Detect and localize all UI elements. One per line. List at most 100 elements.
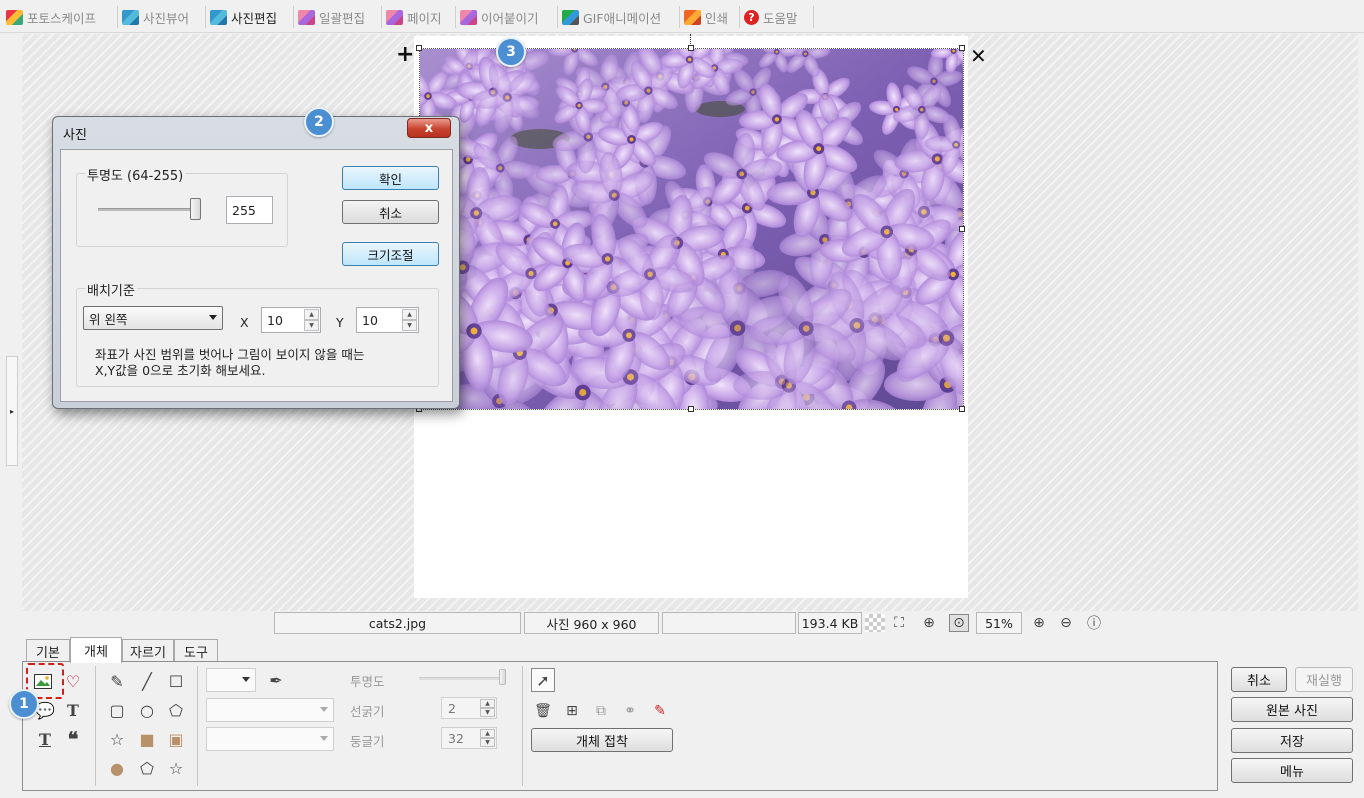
tab-batch[interactable]: 일괄편집: [294, 6, 382, 28]
checkerboard-icon[interactable]: [865, 614, 885, 632]
cancel-button[interactable]: 취소: [342, 200, 439, 224]
object-opacity-thumb[interactable]: [499, 669, 506, 685]
x-input[interactable]: 10 ▲ ▼: [261, 307, 321, 333]
line-width-input[interactable]: 2 ▲ ▼: [441, 697, 497, 719]
filled-pentagon-icon[interactable]: ⬠: [135, 756, 159, 780]
fill-style-select[interactable]: [206, 727, 334, 751]
x-label: X: [240, 315, 249, 330]
hint-line-1: 좌표가 사진 범위를 벗어나 그림이 보이지 않을 때는: [95, 347, 365, 362]
undo-button[interactable]: 취소: [1231, 667, 1287, 692]
rounded-rect-icon[interactable]: ▢: [105, 698, 129, 722]
opacity-group: 투명도 (64-255) 255: [76, 165, 288, 247]
up-arrow-icon[interactable]: ▲: [480, 729, 495, 738]
resize-handle[interactable]: [959, 406, 965, 412]
resize-handle[interactable]: [959, 45, 965, 51]
resize-button[interactable]: 크기조절: [342, 242, 439, 266]
placement-select[interactable]: 위 왼쪽: [83, 306, 223, 330]
zoom-in-icon[interactable]: ⊕: [1029, 614, 1049, 632]
close-icon[interactable]: ✕: [970, 46, 987, 66]
tab-label: 도움말: [763, 10, 798, 26]
tab-crop[interactable]: 자르기: [122, 639, 174, 662]
zoom-actual-icon[interactable]: ⊕: [919, 614, 939, 632]
resize-handle[interactable]: [416, 45, 422, 51]
eyedropper-icon[interactable]: ✒: [264, 668, 288, 692]
attach-object-button[interactable]: 개체 접착: [531, 728, 673, 752]
tab-page[interactable]: 페이지: [382, 6, 456, 28]
step-badge-3: 3: [496, 37, 526, 67]
opacity-value-field[interactable]: 255: [226, 196, 273, 224]
tab-print[interactable]: 인쇄: [680, 6, 740, 28]
up-arrow-icon[interactable]: ▲: [402, 309, 417, 320]
info-icon[interactable]: ⓘ: [1084, 614, 1104, 632]
resize-handle[interactable]: [959, 226, 965, 232]
add-object-icon[interactable]: ⊞: [560, 699, 584, 723]
tab-photoscape[interactable]: 포토스케이프: [2, 6, 118, 28]
plus-icon[interactable]: +: [396, 44, 414, 66]
select-arrow-icon[interactable]: ➚: [531, 668, 555, 692]
down-arrow-icon[interactable]: ▼: [304, 320, 319, 331]
down-arrow-icon[interactable]: ▼: [480, 738, 495, 747]
quote-icon[interactable]: ❝: [61, 727, 85, 751]
tab-label: 사진편집: [231, 10, 278, 26]
pen-icon[interactable]: ✎: [105, 669, 129, 693]
circle-icon[interactable]: ○: [135, 698, 159, 722]
pentagon-icon[interactable]: ⬠: [164, 698, 188, 722]
color-picker-select[interactable]: [206, 668, 256, 692]
filled-rounded-rect-icon[interactable]: ▣: [164, 727, 188, 751]
object-opacity-track[interactable]: [419, 677, 505, 680]
camera-icon: [210, 9, 227, 25]
down-arrow-icon[interactable]: ▼: [402, 320, 417, 331]
side-panel-toggle[interactable]: ▸: [6, 356, 18, 466]
filled-star-icon[interactable]: ☆: [164, 756, 188, 780]
original-photo-button[interactable]: 원본 사진: [1231, 697, 1353, 722]
text-icon[interactable]: T: [61, 698, 85, 722]
down-arrow-icon[interactable]: ▼: [480, 708, 495, 717]
rectangle-icon[interactable]: ☐: [164, 669, 188, 693]
grid-icon: [460, 9, 477, 25]
tab-combine[interactable]: 이어붙이기: [456, 6, 558, 28]
x-stepper[interactable]: ▲ ▼: [304, 309, 319, 331]
roundness-input[interactable]: 32 ▲ ▼: [441, 727, 497, 749]
tab-editor[interactable]: 사진편집: [206, 6, 294, 28]
line-width-stepper[interactable]: ▲ ▼: [480, 699, 495, 717]
y-input[interactable]: 10 ▲ ▼: [356, 307, 419, 333]
styled-text-icon[interactable]: T: [33, 727, 57, 751]
resize-handle[interactable]: [688, 406, 694, 412]
tab-basic[interactable]: 기본: [26, 639, 70, 662]
tab-gif[interactable]: GIF애니메이션: [558, 6, 680, 28]
opacity-slider-thumb[interactable]: [190, 198, 201, 220]
group-object-icon[interactable]: ⚭: [618, 699, 642, 723]
rename-object-icon[interactable]: ✎: [648, 699, 672, 723]
delete-object-icon[interactable]: 🗑: [531, 699, 555, 723]
star-icon[interactable]: ☆: [105, 727, 129, 751]
menu-button[interactable]: 메뉴: [1231, 758, 1353, 783]
tab-viewer[interactable]: 사진뷰어: [118, 6, 206, 28]
up-arrow-icon[interactable]: ▲: [480, 699, 495, 708]
gif-icon: [562, 9, 579, 25]
roundness-stepper[interactable]: ▲ ▼: [480, 729, 495, 747]
filled-rect-icon[interactable]: ■: [135, 727, 159, 751]
inserted-photo-object[interactable]: [419, 48, 964, 410]
chevron-right-icon: ▸: [9, 406, 14, 416]
fit-screen-icon[interactable]: ⛶: [889, 614, 909, 632]
line-icon[interactable]: ╱: [135, 669, 159, 693]
duplicate-object-icon[interactable]: ⧉: [589, 699, 613, 723]
tab-tools[interactable]: 도구: [174, 639, 218, 662]
up-arrow-icon[interactable]: ▲: [304, 309, 319, 320]
opacity-slider-track[interactable]: [98, 208, 201, 211]
tab-object[interactable]: 개체: [70, 637, 122, 663]
redo-button[interactable]: 재실행: [1295, 667, 1353, 692]
line-style-select[interactable]: [206, 698, 334, 722]
zoom-out-icon[interactable]: ⊖: [1056, 614, 1076, 632]
ok-button[interactable]: 확인: [342, 166, 439, 190]
y-stepper[interactable]: ▲ ▼: [402, 309, 417, 331]
close-button[interactable]: x: [407, 118, 451, 138]
resize-handle[interactable]: [688, 45, 694, 51]
grid-icon: [298, 9, 315, 25]
zoom-level: 51%: [976, 612, 1022, 634]
save-button[interactable]: 저장: [1231, 728, 1353, 753]
tab-help[interactable]: ? 도움말: [740, 6, 814, 28]
zoom-fit-icon[interactable]: ⊙: [949, 614, 969, 632]
heart-icon[interactable]: ♡: [61, 669, 85, 693]
filled-circle-icon[interactable]: ●: [105, 756, 129, 780]
